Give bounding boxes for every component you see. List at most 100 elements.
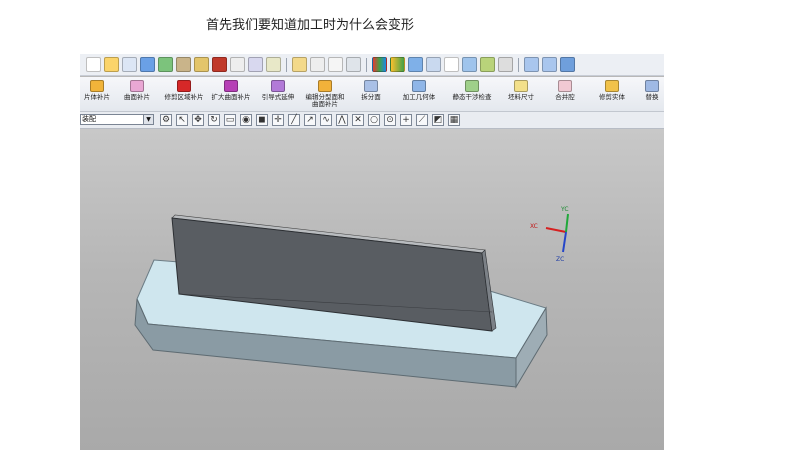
ribbon-label: 加工几何体: [402, 93, 436, 101]
circle-icon[interactable]: ○: [368, 114, 380, 126]
merge-icon: [558, 80, 572, 92]
ribbon-item-trim-body[interactable]: 修剪实体: [596, 79, 628, 109]
table-icon[interactable]: [310, 57, 325, 72]
ribbon-item-replace[interactable]: 替换: [640, 79, 664, 109]
flag-icon[interactable]: [212, 57, 227, 72]
move-icon[interactable]: ✥: [192, 114, 204, 126]
ribbon-item-trim-region-patch[interactable]: 修剪区域补片: [162, 79, 206, 109]
ribbon-item-interference-check[interactable]: 静态干涉检查: [448, 79, 496, 109]
view-icon[interactable]: ◩: [432, 114, 444, 126]
trim-body-icon: [605, 80, 619, 92]
y-axis: [565, 213, 569, 233]
ribbon-item-edit-parting[interactable]: 编辑分型面和 曲面补片: [302, 79, 348, 109]
list-icon[interactable]: [122, 57, 137, 72]
selection-filter-value: 装配: [82, 115, 96, 123]
split-face-icon: [364, 80, 378, 92]
line-icon[interactable]: ╱: [288, 114, 300, 126]
interference-icon: [465, 80, 479, 92]
solid-icon[interactable]: [560, 57, 575, 72]
open-icon[interactable]: [86, 57, 101, 72]
model-scene: XC YC ZC: [134, 206, 569, 389]
mold-tools-ribbon: 片体补片 曲面补片 修剪区域补片 扩大曲面补片 引导式延伸 编辑分型面和 曲面补…: [80, 77, 664, 112]
z-axis-label: ZC: [556, 256, 564, 263]
ribbon-label: 扩大曲面补片: [211, 93, 251, 101]
trim-region-icon: [177, 80, 191, 92]
standard-toolbar: [80, 54, 664, 76]
polyline-icon[interactable]: ⋀: [336, 114, 348, 126]
back-arrow-icon[interactable]: [524, 57, 539, 72]
stock-icon: [514, 80, 528, 92]
solid-view-icon[interactable]: ◼: [256, 114, 268, 126]
ribbon-item-enlarge-patch[interactable]: 扩大曲面补片: [208, 79, 254, 109]
wrench-icon[interactable]: [498, 57, 513, 72]
z-axis: [562, 231, 567, 253]
shaded-icon[interactable]: ◉: [240, 114, 252, 126]
machining-icon: [412, 80, 426, 92]
ribbon-item-merge-cavity[interactable]: 合并腔: [550, 79, 580, 109]
selection-toolbar: 装配 ▼ ⚙ ↖ ✥ ↻ ▭ ◉ ◼ ✛ ╱ ↗ ∿ ⋀ ✕ ○ ⊙ + ⟋ ◩…: [80, 112, 664, 129]
center-icon[interactable]: ⊙: [384, 114, 396, 126]
toolbar-separator: [366, 57, 367, 72]
selection-filter-dropdown[interactable]: 装配 ▼: [80, 114, 154, 125]
ribbon-label: 片体补片: [84, 93, 110, 101]
ribbon-item-stock-size[interactable]: 坯料尺寸: [504, 79, 538, 109]
toolbar-separator: [286, 57, 287, 72]
ribbon-item-split-face[interactable]: 拆分面: [356, 79, 386, 109]
surface-patch-icon: [130, 80, 144, 92]
plus-icon[interactable]: +: [400, 114, 412, 126]
x-axis: [545, 227, 567, 233]
x-axis-label: XC: [530, 223, 538, 230]
ribbon-label: 修剪区域补片: [164, 93, 204, 101]
ribbon-item-machining-geometry[interactable]: 加工几何体: [398, 79, 440, 109]
grid-icon[interactable]: [230, 57, 245, 72]
measure-icon[interactable]: [158, 57, 173, 72]
chevron-down-icon[interactable]: ▼: [143, 115, 153, 124]
cube-icon[interactable]: [462, 57, 477, 72]
curve-icon[interactable]: ∿: [320, 114, 332, 126]
forward-arrow-icon[interactable]: [542, 57, 557, 72]
ribbon-label: 引导式延伸: [261, 93, 295, 101]
patch-icon: [90, 80, 104, 92]
toolbar-separator: [518, 57, 519, 72]
axis-triad: XC YC ZC: [530, 206, 569, 263]
cad-window: 片体补片 曲面补片 修剪区域补片 扩大曲面补片 引导式延伸 编辑分型面和 曲面补…: [80, 54, 664, 450]
rect-icon[interactable]: [444, 57, 459, 72]
translate-icon[interactable]: [408, 57, 423, 72]
tools-icon[interactable]: [104, 57, 119, 72]
y-axis-label: YC: [560, 206, 569, 213]
edit-icon[interactable]: [248, 57, 263, 72]
palette-icon[interactable]: [372, 57, 387, 72]
ribbon-label: 拆分面: [361, 93, 381, 101]
graphics-viewport[interactable]: XC YC ZC: [80, 129, 664, 450]
ribbon-item-sheet-patch[interactable]: 片体补片: [80, 79, 114, 109]
edit-parting-icon: [318, 80, 332, 92]
select-filter-icon[interactable]: ⚙: [160, 114, 172, 126]
color-icon[interactable]: [140, 57, 155, 72]
box-icon[interactable]: [426, 57, 441, 72]
box-select-icon[interactable]: ▭: [224, 114, 236, 126]
eye-icon[interactable]: [346, 57, 361, 72]
ribbon-item-surface-patch[interactable]: 曲面补片: [118, 79, 156, 109]
house-icon[interactable]: [194, 57, 209, 72]
ribbon-label: 曲面补片: [124, 93, 150, 101]
page-caption: 首先我们要知道加工时为什么会变形: [205, 18, 414, 33]
enlarge-patch-icon: [224, 80, 238, 92]
tangent-icon[interactable]: ⟋: [416, 114, 428, 126]
rotate-icon[interactable]: ↻: [208, 114, 220, 126]
ribbon-label: 修剪实体: [599, 93, 625, 101]
snap-point-icon[interactable]: ✛: [272, 114, 284, 126]
cursor-icon[interactable]: ↖: [176, 114, 188, 126]
ribbon-item-guided-extension[interactable]: 引导式延伸: [258, 79, 298, 109]
intersection-icon[interactable]: ✕: [352, 114, 364, 126]
brush-icon[interactable]: [480, 57, 495, 72]
grid-view-icon[interactable]: ▦: [448, 114, 460, 126]
doc-icon[interactable]: [328, 57, 343, 72]
arrow-icon[interactable]: ↗: [304, 114, 316, 126]
tree-icon[interactable]: [266, 57, 281, 72]
ribbon-label: 合并腔: [555, 93, 575, 101]
bell-icon[interactable]: [292, 57, 307, 72]
layer-icon[interactable]: [390, 57, 405, 72]
ribbon-label: 编辑分型面和 曲面补片: [305, 93, 345, 108]
ribbon-label: 静态干涉检查: [452, 93, 492, 101]
shape-icon[interactable]: [176, 57, 191, 72]
